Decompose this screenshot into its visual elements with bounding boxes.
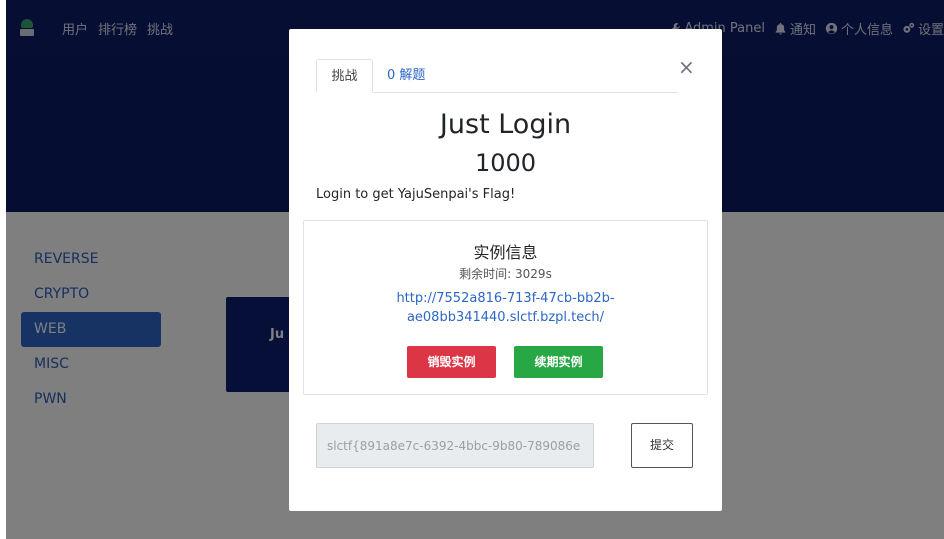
instance-url-line2: ae08bb341440.slctf.bzpl.tech/: [406, 310, 605, 325]
flag-input[interactable]: [316, 423, 594, 468]
submit-flag-button[interactable]: 提交: [631, 423, 693, 468]
challenge-value: 1000: [474, 149, 537, 177]
instance-panel: 实例信息 剩余时间: 3029s http://7552a816-713f-47…: [303, 220, 708, 395]
modal-tabs: 挑战 0 解题: [316, 59, 678, 93]
challenge-title: Just Login: [439, 109, 572, 140]
instance-url-line1: http://7552a816-713f-47cb-bb2b-: [396, 291, 615, 306]
instance-url-link[interactable]: http://7552a816-713f-47cb-bb2b- ae08bb34…: [354, 289, 657, 327]
challenge-description: Login to get YajuSenpai's Flag!: [316, 187, 516, 202]
instance-title: 实例信息: [473, 243, 538, 262]
instance-time-left: 剩余时间: 3029s: [459, 267, 552, 281]
renew-instance-button[interactable]: 续期实例: [514, 346, 603, 378]
tab-solves[interactable]: 0 解题: [387, 59, 425, 93]
challenge-modal: 挑战 0 解题 × Just Login 1000 Login to get Y…: [289, 29, 722, 511]
destroy-instance-button[interactable]: 销毁实例: [407, 346, 496, 378]
tab-challenge[interactable]: 挑战: [316, 59, 373, 93]
close-icon[interactable]: ×: [678, 57, 695, 77]
